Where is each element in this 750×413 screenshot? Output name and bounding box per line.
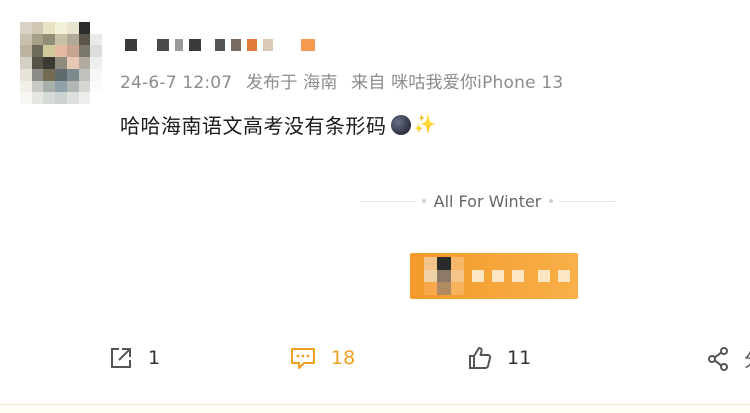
sparkles-emoji-icon: ✨ (413, 114, 437, 135)
like-count: 11 (507, 347, 532, 369)
post-text-body: 哈哈海南语文高考没有条形码 (120, 114, 387, 138)
post-text: 哈哈海南语文高考没有条形码 ✨ (120, 110, 436, 139)
thumbs-up-icon (469, 347, 492, 369)
fan-badge-banner[interactable] (410, 253, 578, 299)
divider-label: All For Winter (433, 191, 542, 211)
new-moon-emoji-icon (390, 114, 411, 135)
like-button[interactable]: 11 (467, 345, 531, 371)
more-share-button[interactable]: 分 (706, 345, 750, 372)
post-meta: 24-6-7 12:07 发布于 海南 来自 咪咕我爱你iPhone 13 (120, 68, 571, 93)
more-share-label: 分 (744, 345, 750, 372)
post-actions: 1 18 11 分 (0, 345, 750, 381)
share-count: 1 (148, 347, 161, 369)
post-time: 24-6-7 12:07 (120, 73, 233, 93)
avatar[interactable] (20, 22, 102, 104)
divider-dot-right (549, 199, 554, 203)
username[interactable] (125, 38, 315, 52)
post-source[interactable]: 来自 咪咕我爱你iPhone 13 (351, 73, 563, 93)
badge-text-redacted (472, 270, 570, 282)
badge-thumbnail (424, 257, 464, 295)
share-button[interactable]: 1 (108, 345, 160, 371)
share-icon (111, 348, 131, 368)
post-location: 发布于 海南 (245, 73, 338, 93)
divider-line-left (360, 200, 416, 202)
comment-icon (291, 348, 315, 369)
share-nodes-icon (708, 346, 728, 371)
divider-line-right (559, 200, 616, 202)
comment-count: 18 (331, 347, 356, 369)
divider-dot-left (421, 199, 426, 203)
comment-button[interactable]: 18 (289, 345, 355, 371)
divider: All For Winter (360, 190, 616, 212)
